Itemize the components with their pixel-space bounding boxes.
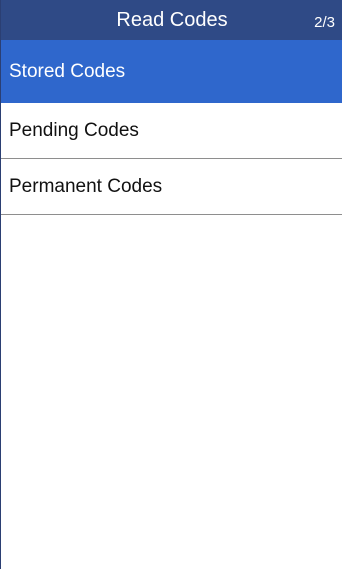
device-screen: Read Codes 2/3 Stored Codes Pending Code… xyxy=(0,0,342,569)
screen-header: Read Codes 2/3 xyxy=(1,0,342,40)
menu-item-pending-codes[interactable]: Pending Codes xyxy=(1,103,342,159)
menu-item-label: Stored Codes xyxy=(9,61,126,82)
menu-item-label: Permanent Codes xyxy=(9,176,163,197)
page-indicator: 2/3 xyxy=(314,14,335,31)
menu-item-label: Pending Codes xyxy=(9,120,139,141)
menu-item-permanent-codes[interactable]: Permanent Codes xyxy=(1,159,342,215)
page-title: Read Codes xyxy=(116,9,228,31)
read-codes-menu: Stored Codes Pending Codes Permanent Cod… xyxy=(1,40,342,215)
menu-item-stored-codes[interactable]: Stored Codes xyxy=(1,40,342,103)
